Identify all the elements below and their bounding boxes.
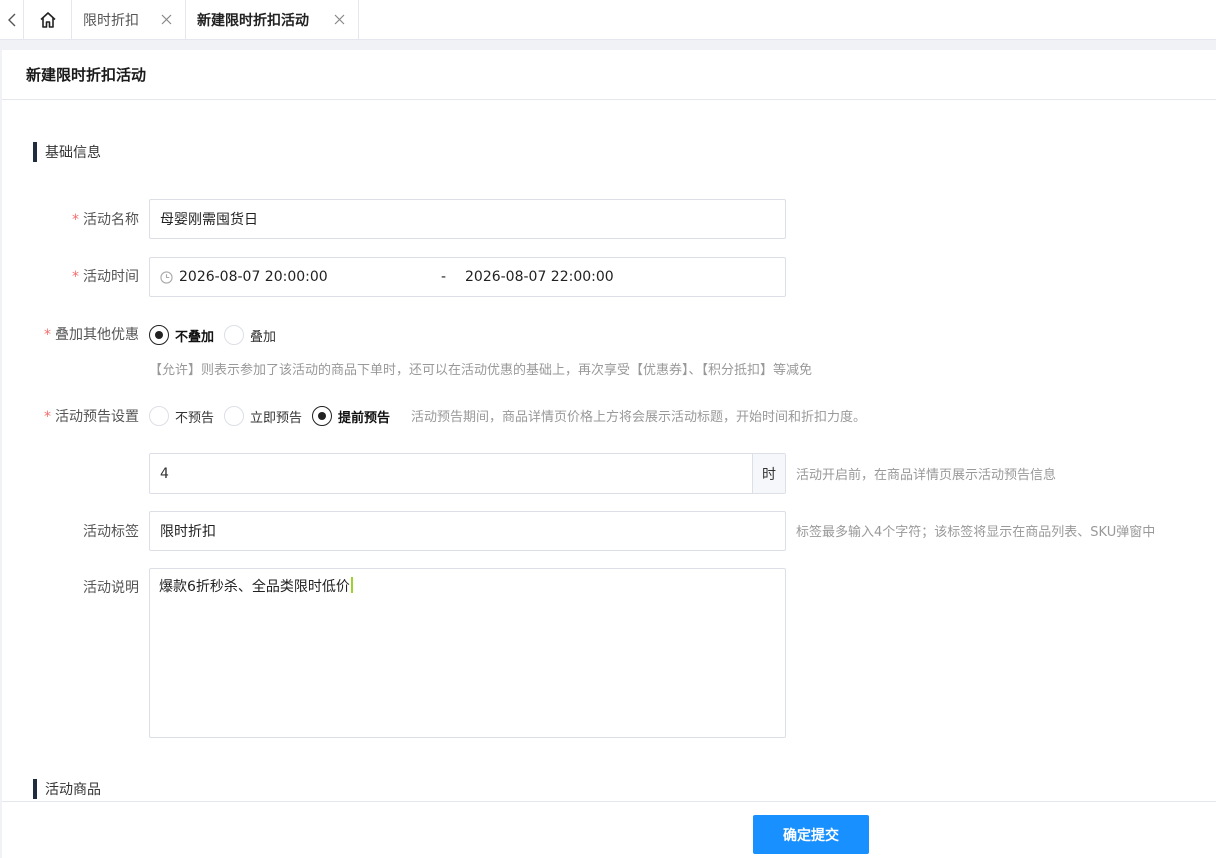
required-mark: * [44,409,51,425]
activity-time-range-picker[interactable]: 2026-08-07 20:00:00 - 2026-08-07 22:00:0… [149,257,786,297]
preview-hint: 活动预告期间，商品详情页价格上方将会展示活动标题，开始时间和折扣力度。 [411,410,867,425]
required-mark: * [44,327,51,343]
radio-circle [224,325,245,345]
radio-no-stack[interactable]: 不叠加 [149,325,214,345]
desc-label: 活动说明 [83,580,139,596]
hours-unit-addon: 时 [752,454,785,493]
radio-circle [312,406,333,426]
tab-flash-discount[interactable]: 限时折扣 [72,0,186,39]
tag-hint: 标签最多输入4个字符；该标签将显示在商品列表、SKU弹窗中 [796,525,1156,540]
tab-bar: 限时折扣 新建限时折扣活动 [0,0,1216,40]
close-icon [161,14,171,24]
tab-home[interactable] [24,0,72,39]
tab-new-flash-discount[interactable]: 新建限时折扣活动 [186,0,359,39]
radio-circle [149,406,169,426]
stack-radio-group: 不叠加 叠加 [149,325,286,345]
activity-description-textarea[interactable]: 爆款6折秒杀、全品类限时低价 [149,568,786,738]
section-label: 活动商品 [45,782,101,798]
tab-label: 新建限时折扣活动 [197,12,309,29]
tab-close-button[interactable] [159,11,173,27]
stack-hint: 【允许】则表示参加了该活动的商品下单时，还可以在活动优惠的基础上，再次享受【优惠… [149,363,813,378]
activity-tag-value: 限时折扣 [160,524,216,540]
tag-label: 活动标签 [83,524,139,540]
tab-label: 限时折扣 [83,12,139,29]
radio-immediate-preview[interactable]: 立即预告 [224,406,302,426]
stack-label: * 叠加其他优惠 [44,327,139,343]
activity-description-value: 爆款6折秒杀、全品类限时低价 [159,579,350,595]
advance-hint: 活动开启前，在商品详情页展示活动预告信息 [796,468,1057,483]
submit-button[interactable]: 确定提交 [753,815,869,854]
section-title-goods: 活动商品 [33,779,101,799]
preview-label: * 活动预告设置 [44,409,139,425]
advance-hours-input-group: 4 时 [149,453,786,494]
clock-icon [160,270,173,284]
page-title: 新建限时折扣活动 [26,66,147,84]
activity-name-value: 母婴刚需囤货日 [160,212,258,228]
end-time-value[interactable]: 2026-08-07 22:00:00 [465,269,614,285]
section-bar [33,142,37,162]
advance-hours-input[interactable]: 4 [150,454,752,493]
activity-tag-input[interactable]: 限时折扣 [149,511,786,551]
radio-stack[interactable]: 叠加 [224,325,276,345]
close-icon [334,14,344,24]
form-footer: 确定提交 [2,801,1216,858]
tab-scroll-back-button[interactable] [0,0,24,39]
radio-no-preview[interactable]: 不预告 [149,406,214,426]
form-card: 新建限时折扣活动 基础信息 * 活动名称 母婴刚需囤货日 * 活动时间 2026-0… [2,50,1216,858]
required-mark: * [72,212,79,228]
required-mark: * [72,269,79,285]
radio-circle [224,406,245,426]
section-bar [33,779,37,799]
preview-radio-group: 不预告 立即预告 提前预告 [149,406,400,426]
range-separator: - [441,269,447,285]
text-cursor [350,577,353,593]
activity-name-input[interactable]: 母婴刚需囤货日 [149,199,786,239]
radio-circle [149,325,169,345]
start-time-value[interactable]: 2026-08-07 20:00:00 [179,269,328,285]
card-header: 新建限时折扣活动 [2,50,1216,100]
chevron-left-icon [7,13,15,26]
radio-advance-preview[interactable]: 提前预告 [312,406,390,426]
home-icon [39,11,56,28]
section-label: 基础信息 [45,145,101,161]
name-label: * 活动名称 [72,212,139,228]
tab-close-button[interactable] [332,11,346,27]
section-title-basic: 基础信息 [33,142,101,162]
time-label: * 活动时间 [72,269,139,285]
